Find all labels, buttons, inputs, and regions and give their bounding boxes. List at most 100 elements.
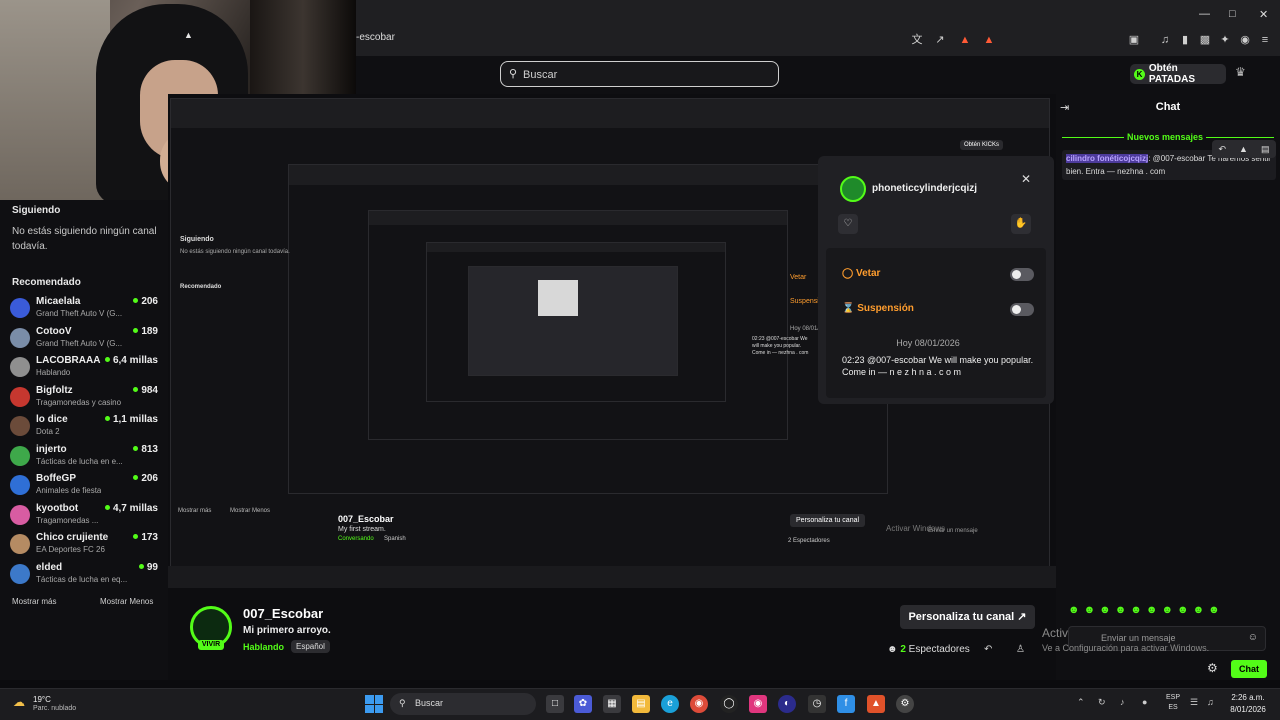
- panel-icon[interactable]: ▮: [1178, 33, 1192, 47]
- nested-show-less: Mostrar Menos: [230, 508, 271, 514]
- sidebar-icon[interactable]: ▣: [1127, 33, 1141, 47]
- close-icon[interactable]: ✕: [1259, 8, 1268, 21]
- brave-icon[interactable]: ▲: [867, 695, 885, 713]
- sidebar-channel-item[interactable]: Bigfoltz Tragamonedas y casino 984: [10, 382, 162, 411]
- user-add-icon[interactable]: ♙: [1016, 644, 1025, 655]
- minimize-icon[interactable]: —: [1199, 8, 1210, 20]
- channel-name: LACOBRAAA: [36, 355, 101, 366]
- sidebar-channel-item[interactable]: Chico crujiente EA Deportes FC 26 173: [10, 529, 162, 558]
- sidebar-channel-item[interactable]: lo dice Dota 2 1,1 millas: [10, 411, 162, 440]
- channel-category: Grand Theft Auto V (G...: [36, 309, 123, 318]
- brave-rewards-icon[interactable]: ▲: [982, 33, 996, 47]
- taskbar-search[interactable]: ⚲ Buscar: [390, 693, 536, 715]
- show-less-link[interactable]: Mostrar Menos: [100, 597, 153, 606]
- search-input[interactable]: ⚲ Buscar: [500, 61, 779, 87]
- reply-icon[interactable]: ↶: [1219, 144, 1227, 155]
- message-date: Hoy 08/01/2026: [896, 338, 960, 348]
- viewer-count: ☻ 2 Espectadores: [887, 644, 970, 655]
- mic-icon[interactable]: ●: [1142, 697, 1147, 707]
- delete-icon[interactable]: ▤: [1261, 144, 1270, 155]
- avatar: [10, 445, 30, 466]
- sidebar-channel-item[interactable]: elded Tácticas de lucha en eq... 99: [10, 559, 162, 588]
- channel-category: Tácticas de lucha en e...: [36, 456, 123, 466]
- keyboard-language[interactable]: ESP ES: [1166, 693, 1180, 713]
- music-icon[interactable]: ♫: [1158, 33, 1172, 47]
- sidebar-channel-item[interactable]: LACOBRAAA Hablando 6,4 millas: [10, 352, 162, 381]
- close-icon[interactable]: ✕: [1021, 172, 1031, 186]
- edge-icon[interactable]: e: [661, 695, 679, 713]
- clock-time[interactable]: 2:26 a.m.: [1230, 693, 1266, 702]
- extensions-icon[interactable]: ✦: [1218, 33, 1232, 47]
- weather-icon[interactable]: ☁: [13, 695, 25, 709]
- get-kicks-button[interactable]: K Obtén PATADAS: [1130, 63, 1226, 85]
- user-card-popup: phoneticcylinderjcqizj ✕ ♡ ✋ ◯ Vetar ⌛ S…: [818, 156, 1054, 404]
- vpn-icon[interactable]: ◉: [1238, 33, 1252, 47]
- file-explorer-icon[interactable]: ▤: [632, 695, 650, 713]
- send-chat-button[interactable]: Chat: [1231, 660, 1267, 678]
- emoji-icon[interactable]: ☺: [1248, 632, 1258, 643]
- tray-chevron-icon[interactable]: ⌃: [1077, 697, 1085, 708]
- channel-category: Dota 2: [36, 427, 60, 436]
- viewer-count: 813: [133, 444, 158, 455]
- brave-shield-icon[interactable]: ▲: [958, 33, 972, 47]
- chrome-icon[interactable]: ◉: [690, 695, 708, 713]
- maximize-icon[interactable]: □: [1229, 8, 1236, 20]
- chat-input-placeholder: Enviar un mensaje: [1101, 633, 1176, 643]
- app3-icon[interactable]: ⚙: [896, 695, 914, 713]
- avatar: [10, 357, 30, 377]
- pin-icon[interactable]: ▲: [1239, 144, 1248, 154]
- app2-icon[interactable]: ◐: [778, 695, 796, 713]
- ban-toggle[interactable]: [1010, 268, 1034, 281]
- menu-icon[interactable]: ≡: [1258, 33, 1272, 47]
- emote-bar[interactable]: ☻☻☻☻☻☻☻☻☻☻: [1068, 604, 1224, 616]
- sidebar-channel-item[interactable]: Micaelala Grand Theft Auto V (G... 206: [10, 293, 162, 322]
- wallet-icon[interactable]: ▩: [1198, 33, 1212, 47]
- nested-recommended: Recomendado: [180, 284, 222, 290]
- nested-toolbar: [289, 165, 887, 185]
- clock-app-icon[interactable]: ◷: [808, 695, 826, 713]
- address-bar[interactable]: -escobar: [356, 32, 395, 43]
- nested-customize: Personaliza tu canal: [790, 514, 866, 527]
- channel-name: Chico crujiente: [36, 532, 109, 543]
- share-icon[interactable]: ↗: [933, 33, 947, 47]
- live-badge: VIVIR: [198, 640, 224, 650]
- start-icon[interactable]: [365, 695, 383, 713]
- weather-temp[interactable]: 19°C: [33, 695, 51, 704]
- customize-channel-button[interactable]: Personaliza tu canal ↗: [900, 605, 1035, 629]
- obs-icon[interactable]: ◯: [720, 695, 738, 713]
- screen: -escobar — □ ✕ 文 ↗ ▲ ▲ ▣ ♫ ▮ ▩ ✦ ◉ ≡ ⚲ B…: [0, 0, 1280, 720]
- wifi-icon[interactable]: ☰: [1190, 697, 1198, 708]
- nested-activate: Activar Windows: [886, 524, 946, 533]
- sidebar-channel-item[interactable]: kyootbot Tragamonedas ... 4,7 millas: [10, 500, 162, 529]
- follow-heart-icon[interactable]: ♡: [838, 214, 858, 234]
- crown-icon[interactable]: ♛: [1235, 65, 1246, 79]
- stream-category[interactable]: Hablando: [243, 642, 284, 652]
- channel-name: injerto: [36, 443, 67, 455]
- share-icon[interactable]: ↶: [984, 644, 992, 655]
- sidebar-channel-item[interactable]: CotooV Grand Theft Auto V (G... 189: [10, 323, 162, 352]
- user-avatar: [840, 176, 866, 202]
- translate-icon[interactable]: 文: [910, 33, 924, 47]
- sidebar-channel-item[interactable]: BoffeGP Animales de fiesta 206: [10, 470, 162, 499]
- network-icon[interactable]: ↻: [1098, 697, 1106, 708]
- weather-desc: Parc. nublado: [33, 705, 77, 712]
- viewer-count: 984: [133, 385, 158, 396]
- app-icon[interactable]: ◉: [749, 695, 767, 713]
- avatar: [10, 534, 30, 554]
- store-icon[interactable]: ▦: [603, 695, 621, 713]
- show-more-link[interactable]: Mostrar más: [12, 597, 56, 606]
- sound-icon[interactable]: ♪: [1120, 697, 1125, 707]
- timeout-toggle[interactable]: [1010, 303, 1034, 316]
- volume-icon[interactable]: ♫: [1207, 697, 1214, 707]
- clock-date[interactable]: 8/01/2026: [1228, 705, 1268, 714]
- search-icon: ⚲: [399, 698, 406, 708]
- task-view-icon[interactable]: □: [546, 695, 564, 713]
- streamer-name[interactable]: 007_Escobar: [243, 606, 323, 621]
- gear-icon[interactable]: ⚙: [1207, 661, 1218, 675]
- channel-name: Bigfoltz: [36, 384, 73, 396]
- facebook-icon[interactable]: f: [837, 695, 855, 713]
- mod-actions-icon[interactable]: ✋: [1011, 214, 1031, 234]
- chat-username[interactable]: cilindro fonéticojcqizj: [1066, 154, 1149, 163]
- copilot-icon[interactable]: ✿: [574, 695, 592, 713]
- sidebar-channel-item[interactable]: injerto Tácticas de lucha en e... 813: [10, 441, 162, 470]
